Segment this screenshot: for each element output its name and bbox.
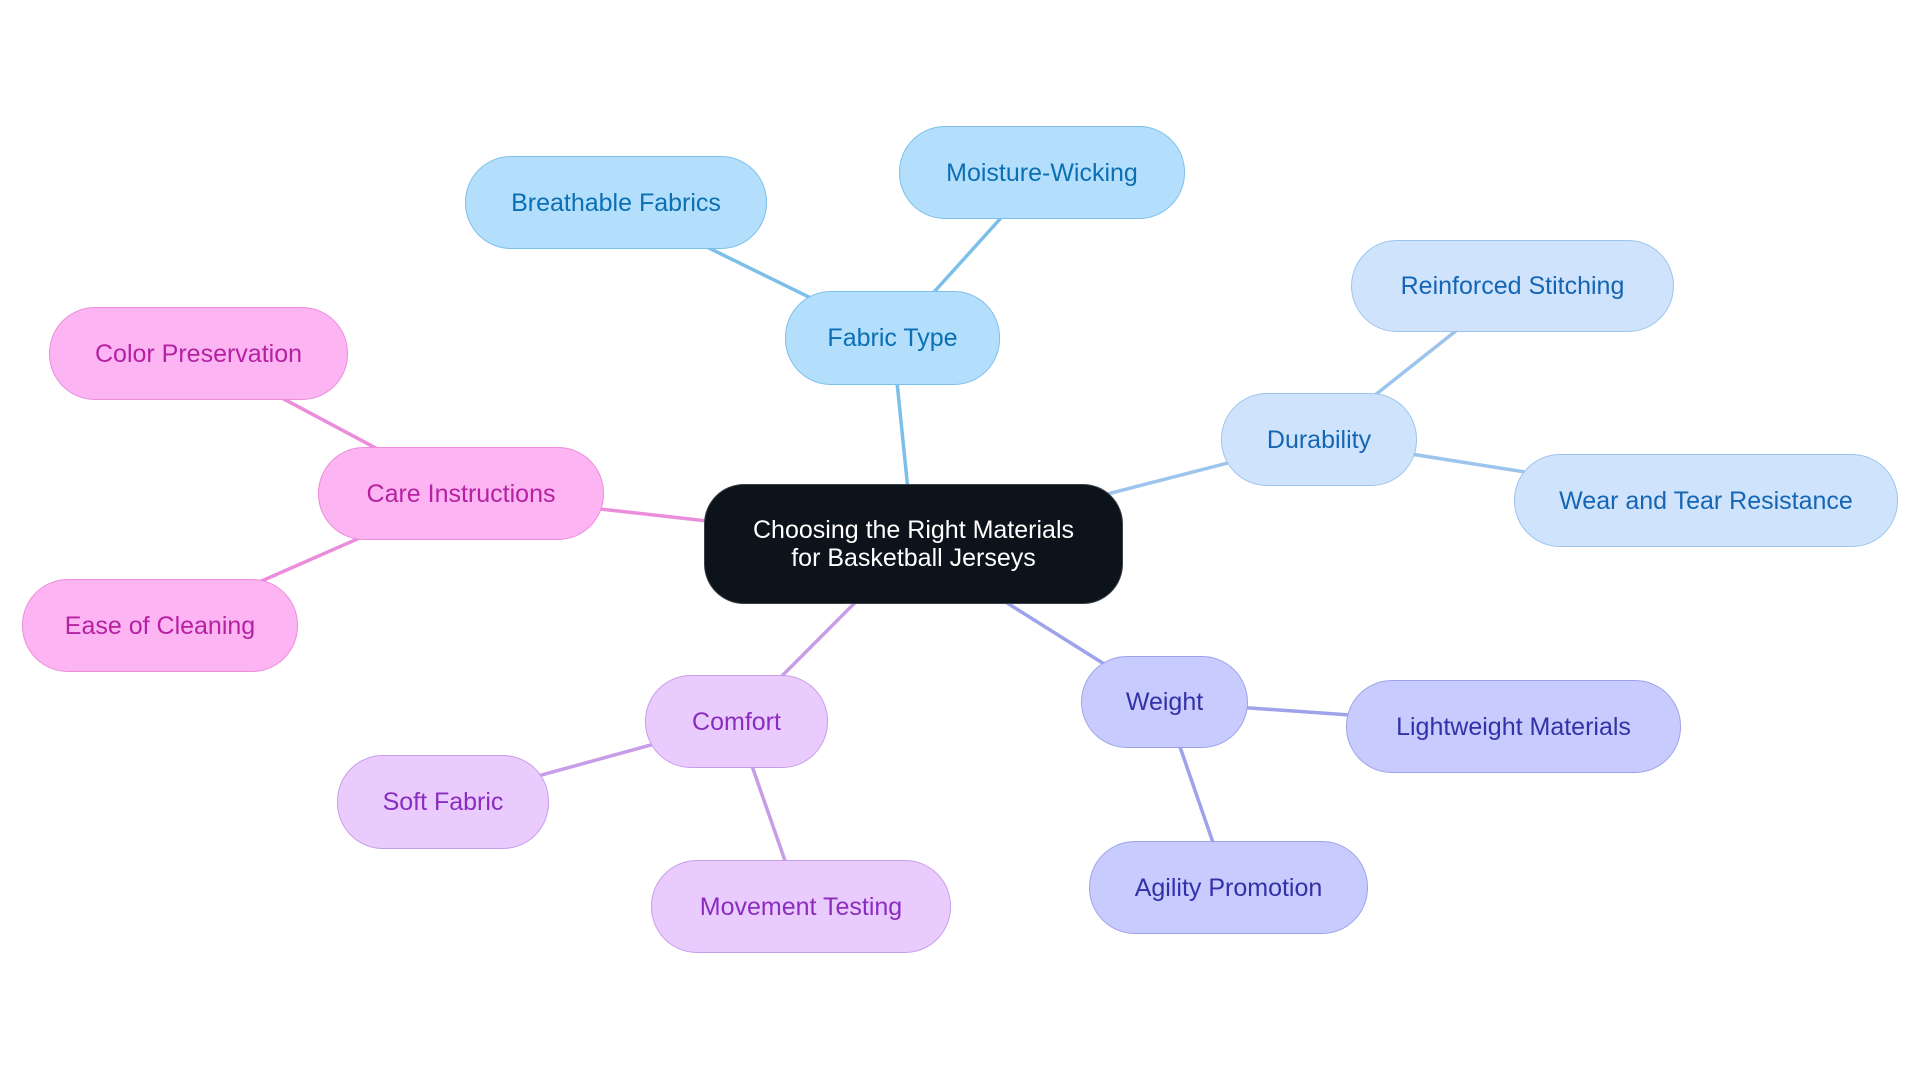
leaf-node-colorpres[interactable]: Color Preservation [49,307,348,400]
central-node-line1: Choosing the Right Materials [753,516,1074,544]
branch-node-durability-label: Durability [1266,425,1372,454]
branch-node-comfort[interactable]: Comfort [645,675,828,768]
leaf-node-weartear[interactable]: Wear and Tear Resistance [1514,454,1898,547]
leaf-node-cleaning-label: Ease of Cleaning [64,611,256,640]
leaf-node-agility[interactable]: Agility Promotion [1089,841,1368,934]
leaf-node-cleaning[interactable]: Ease of Cleaning [22,579,298,672]
branch-node-comfort-label: Comfort [692,707,781,736]
branch-node-fabric[interactable]: Fabric Type [785,291,1000,385]
leaf-node-weartear-label: Wear and Tear Resistance [1559,486,1853,515]
leaf-node-moisture[interactable]: Moisture-Wicking [899,126,1185,219]
branch-node-weight-label: Weight [1125,688,1204,716]
leaf-node-breathable-label: Breathable Fabrics [511,188,721,217]
leaf-node-lightweight-label: Lightweight Materials [1396,712,1631,741]
leaf-node-movement-label: Movement Testing [699,892,903,921]
leaf-node-lightweight[interactable]: Lightweight Materials [1346,680,1681,773]
branch-node-care[interactable]: Care Instructions [318,447,604,540]
leaf-node-agility-label: Agility Promotion [1134,873,1323,902]
branch-node-care-label: Care Instructions [366,479,556,508]
branch-node-durability[interactable]: Durability [1221,393,1417,486]
leaf-node-stitching[interactable]: Reinforced Stitching [1351,240,1674,332]
leaf-node-breathable[interactable]: Breathable Fabrics [465,156,767,249]
leaf-node-stitching-label: Reinforced Stitching [1400,272,1625,300]
central-node[interactable]: Choosing the Right Materials for Basketb… [704,484,1123,604]
branch-node-fabric-label: Fabric Type [827,324,958,352]
leaf-node-moisture-label: Moisture-Wicking [946,158,1138,187]
leaf-node-colorpres-label: Color Preservation [94,339,303,368]
branch-node-weight[interactable]: Weight [1081,656,1248,748]
central-node-line2: for Basketball Jerseys [791,544,1036,572]
leaf-node-movement[interactable]: Movement Testing [651,860,951,953]
leaf-node-soft-label: Soft Fabric [382,788,504,816]
leaf-node-soft[interactable]: Soft Fabric [337,755,549,849]
